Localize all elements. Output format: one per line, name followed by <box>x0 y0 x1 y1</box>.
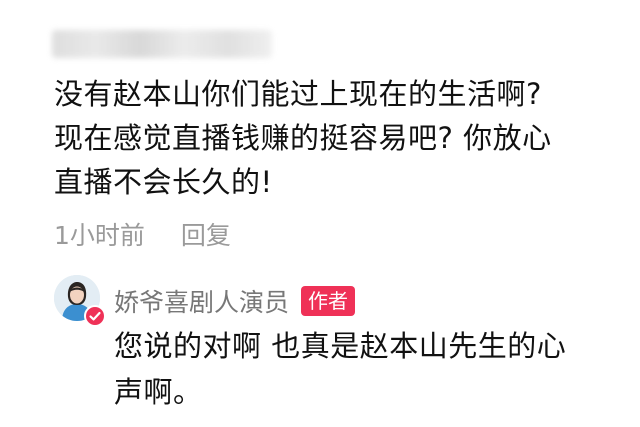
author-badge: 作者 <box>301 286 356 316</box>
reply-button[interactable]: 回复 <box>181 216 231 252</box>
avatar[interactable] <box>54 275 106 327</box>
comment-time: 1小时前 <box>54 221 145 250</box>
verified-check-icon <box>84 305 106 327</box>
reply-text: 您说的对啊 也真是赵本山先生的心 声啊。 <box>114 329 567 409</box>
comment-meta: 1小时前 回复 <box>54 214 231 254</box>
reply-author: 娇爷喜剧人演员 作者 <box>114 283 356 319</box>
comment-thread: 没有赵本山你们能过上现在的生活啊? 现在感觉直播钱赚的挺容易吧? 你放心 直播不… <box>0 0 640 427</box>
author-reply: 娇爷喜剧人演员 作者 您说的对啊 也真是赵本山先生的心 声啊。 <box>54 275 624 415</box>
blurred-username <box>52 30 272 58</box>
comment-text: 没有赵本山你们能过上现在的生活啊? 现在感觉直播钱赚的挺容易吧? 你放心 直播不… <box>54 77 552 199</box>
author-name[interactable]: 娇爷喜剧人演员 <box>114 283 289 319</box>
